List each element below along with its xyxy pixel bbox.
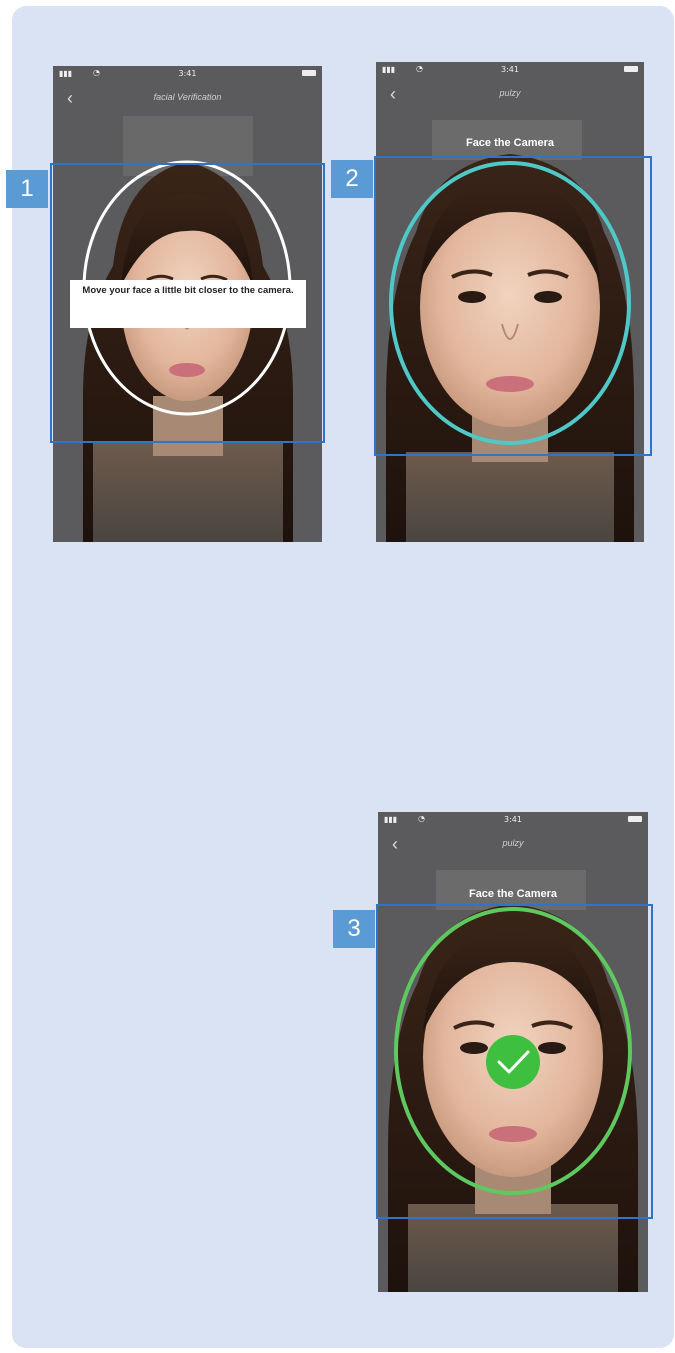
- highlight-frame-step-2: [374, 156, 652, 456]
- step-badge-3: 3: [333, 910, 375, 948]
- highlight-frame-step-3: [376, 904, 653, 1219]
- step-badge-1: 1: [6, 170, 48, 208]
- step-badge-2: 2: [331, 160, 373, 198]
- highlight-frame-step-1: [50, 163, 325, 443]
